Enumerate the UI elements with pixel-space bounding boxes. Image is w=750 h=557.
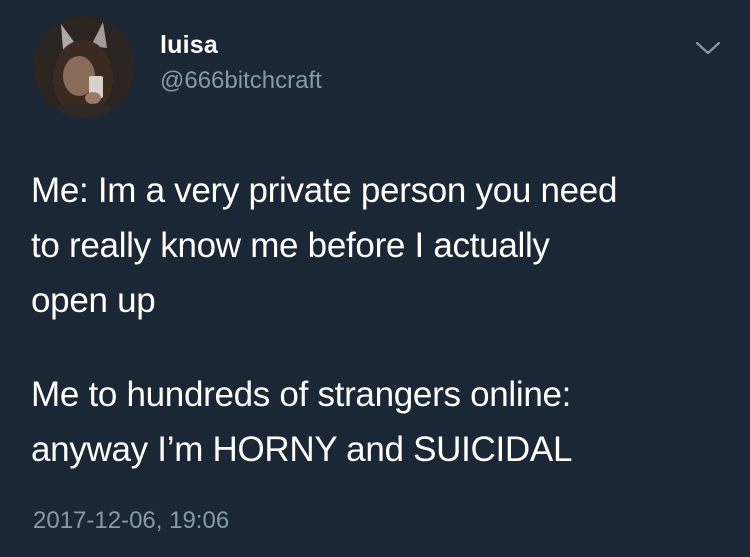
chevron-down-icon[interactable] <box>695 38 721 58</box>
display-name[interactable]: luisa <box>160 30 218 60</box>
user-handle[interactable]: @666bitchcraft <box>160 66 322 96</box>
tweet-text-paragraph-1: Me: Im a very private person you need to… <box>31 171 618 320</box>
avatar[interactable] <box>33 16 135 118</box>
tweet-text-paragraph-2: Me to hundreds of strangers online: anyw… <box>31 375 573 469</box>
tweet-card: luisa @666bitchcraft Me: Im a very priva… <box>0 0 750 557</box>
tweet-timestamp[interactable]: 2017-12-06, 19:06 <box>33 506 229 536</box>
avatar-image <box>33 16 135 118</box>
